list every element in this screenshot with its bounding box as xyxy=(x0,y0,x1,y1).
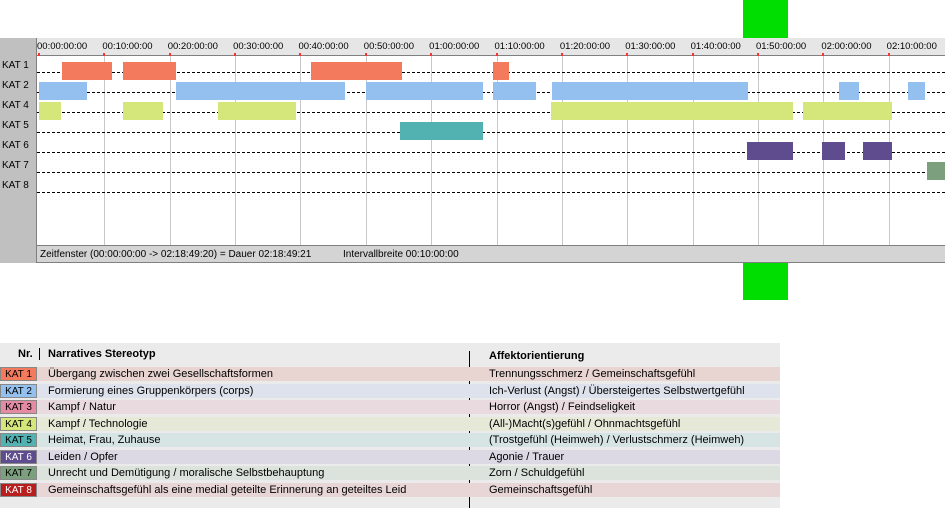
tick-label: 02:00:00:00 xyxy=(821,41,872,52)
segment-kat6[interactable] xyxy=(862,142,892,160)
segment-kat1[interactable] xyxy=(492,62,509,80)
legend-row: KAT 3 Kampf / Natur Horror (Angst) / Feind… xyxy=(0,399,780,414)
header-separator-nr xyxy=(39,348,40,360)
category-badge: KAT 8 xyxy=(0,482,37,497)
interval-width-text: Intervallbreite 00:10:00:00 xyxy=(343,249,459,260)
tick-label: 01:30:00:00 xyxy=(625,41,676,52)
segment-kat2[interactable] xyxy=(839,82,860,100)
row-label: KAT 7 xyxy=(2,160,29,171)
tick-label: 00:20:00:00 xyxy=(167,41,218,52)
status-bar: Zeitfenster (00:00:00:00 -> 02:18:49:20)… xyxy=(37,245,945,263)
header-affect: Affektorientierung xyxy=(489,350,585,362)
segment-kat4[interactable] xyxy=(218,102,296,120)
segment-kat2[interactable] xyxy=(552,82,749,100)
affect-cell: Trennungsschmerz / Gemeinschaftsgefühl xyxy=(489,368,696,380)
segment-kat2[interactable] xyxy=(907,82,925,100)
tick-label: 02:10:00:00 xyxy=(886,41,937,52)
tick-label: 01:50:00:00 xyxy=(755,41,807,52)
tick-label: 00:30:00:00 xyxy=(233,41,284,52)
segment-kat5[interactable] xyxy=(400,122,484,140)
row-baseline xyxy=(37,92,945,93)
timeline-plot-area[interactable] xyxy=(37,56,945,245)
affect-cell: (All-)Macht(s)gefühl / Ohnmachtsgefühl xyxy=(489,417,681,430)
row-label: KAT 4 xyxy=(2,100,29,111)
affect-cell: Ich-Verlust (Angst) / Übersteigertes Sel… xyxy=(489,384,745,397)
row-label: KAT 1 xyxy=(2,60,29,71)
time-window-text: Zeitfenster (00:00:00:00 -> 02:18:49:20)… xyxy=(40,249,312,260)
category-badge: KAT 7 xyxy=(0,466,37,480)
affect-cell: Zorn / Schuldgefühl xyxy=(489,467,585,479)
segment-kat4[interactable] xyxy=(123,102,164,120)
segment-kat4[interactable] xyxy=(39,102,62,120)
category-badge: KAT 2 xyxy=(0,383,37,398)
segment-kat4[interactable] xyxy=(551,102,794,120)
segment-kat6[interactable] xyxy=(746,142,794,160)
green-marker-bottom xyxy=(743,263,788,300)
legend-row: KAT 6 Leiden / Opfer Agonie / Trauer xyxy=(0,449,780,464)
segment-kat4[interactable] xyxy=(803,102,892,120)
affect-cell: Agonie / Trauer xyxy=(489,450,565,463)
affect-cell: (Trostgefühl (Heimweh) / Verlustschmerz … xyxy=(489,434,745,446)
stereotype-cell: Kampf / Natur xyxy=(48,401,116,413)
category-badge: KAT 3 xyxy=(0,400,37,414)
stereotype-cell: Formierung eines Gruppenkörpers (corps) xyxy=(48,384,254,397)
stereotype-cell: Übergang zwischen zwei Gesellschaftsform… xyxy=(48,368,273,380)
category-badge: KAT 1 xyxy=(0,367,37,381)
segment-kat2[interactable] xyxy=(175,82,345,100)
segment-kat2[interactable] xyxy=(365,82,484,100)
legend-row: KAT 7 Unrecht und Demütigung / moralische… xyxy=(0,465,780,480)
segment-kat1[interactable] xyxy=(310,62,402,80)
tick-label: 01:10:00:00 xyxy=(494,41,545,52)
legend-row: KAT 4 Kampf / Technologie (All-)Macht(s)ge… xyxy=(0,416,780,431)
vertical-gridline xyxy=(104,56,106,245)
stereotype-cell: Gemeinschaftsgefühl als eine medial gete… xyxy=(48,483,407,496)
segment-kat2[interactable] xyxy=(39,82,88,100)
legend-row: KAT 1 Übergang zwischen zwei Gesellschaft… xyxy=(0,366,780,381)
segment-kat2[interactable] xyxy=(492,82,537,100)
row-baseline xyxy=(37,132,945,133)
segment-kat1[interactable] xyxy=(61,62,113,80)
row-label: KAT 2 xyxy=(2,80,29,91)
affect-cell: Horror (Angst) / Feindseligkeit xyxy=(489,401,636,413)
segment-kat1[interactable] xyxy=(122,62,177,80)
row-baseline xyxy=(37,172,945,173)
tick-label: 00:00:00:00 xyxy=(37,41,88,52)
vertical-gridline xyxy=(169,56,171,245)
tick-label: 00:50:00:00 xyxy=(363,41,414,52)
tick-label: 00:10:00:00 xyxy=(102,41,153,52)
timeline-panel: KAT 1 KAT 2 KAT 4 KAT 5 KAT 6 KAT 7 KAT 8 00:0… xyxy=(0,38,945,263)
row-label: KAT 6 xyxy=(2,140,29,151)
tick-label: 01:00:00:00 xyxy=(429,41,480,52)
tick-label: 01:40:00:00 xyxy=(690,41,741,52)
stereotype-cell: Leiden / Opfer xyxy=(48,450,118,463)
segment-kat6[interactable] xyxy=(822,142,845,160)
affect-cell: Gemeinschaftsgefühl xyxy=(489,483,593,496)
legend-row-background xyxy=(0,400,780,414)
category-badge: KAT 6 xyxy=(0,449,37,464)
row-label: KAT 5 xyxy=(2,120,29,131)
row-label: KAT 8 xyxy=(2,180,29,191)
green-marker-top xyxy=(743,0,788,38)
row-baseline xyxy=(37,192,945,193)
legend-row: KAT 5 Heimat, Frau, Zuhause (Trostgefühl (… xyxy=(0,432,780,447)
stereotype-cell: Heimat, Frau, Zuhause xyxy=(48,434,161,446)
header-nr: Nr. xyxy=(18,348,33,360)
stereotype-cell: Kampf / Technologie xyxy=(48,417,148,430)
header-stereotype: Narratives Stereotyp xyxy=(48,348,156,360)
category-badge: KAT 4 xyxy=(0,416,37,431)
time-ruler[interactable]: 00:00:00:00 00:10:00:00 00:20:00:00 00:30:0… xyxy=(37,38,945,56)
legend-row: KAT 2 Formierung eines Gruppenkörpers (co… xyxy=(0,383,780,398)
tick-label: 01:20:00:00 xyxy=(559,41,611,52)
category-badge: KAT 5 xyxy=(0,433,37,447)
legend-row: KAT 8 Gemeinschaftsgefühl als eine medial… xyxy=(0,482,780,497)
category-label-column: KAT 1 KAT 2 KAT 4 KAT 5 KAT 6 KAT 7 KAT 8 xyxy=(0,38,37,263)
segment-kat7[interactable] xyxy=(926,162,945,180)
category-legend-table: Nr. Narratives Stereotyp Affektorientier… xyxy=(0,343,780,508)
tick-label: 00:40:00:00 xyxy=(298,41,349,52)
stereotype-cell: Unrecht und Demütigung / moralische Selb… xyxy=(48,467,325,479)
row-baseline xyxy=(37,152,945,153)
